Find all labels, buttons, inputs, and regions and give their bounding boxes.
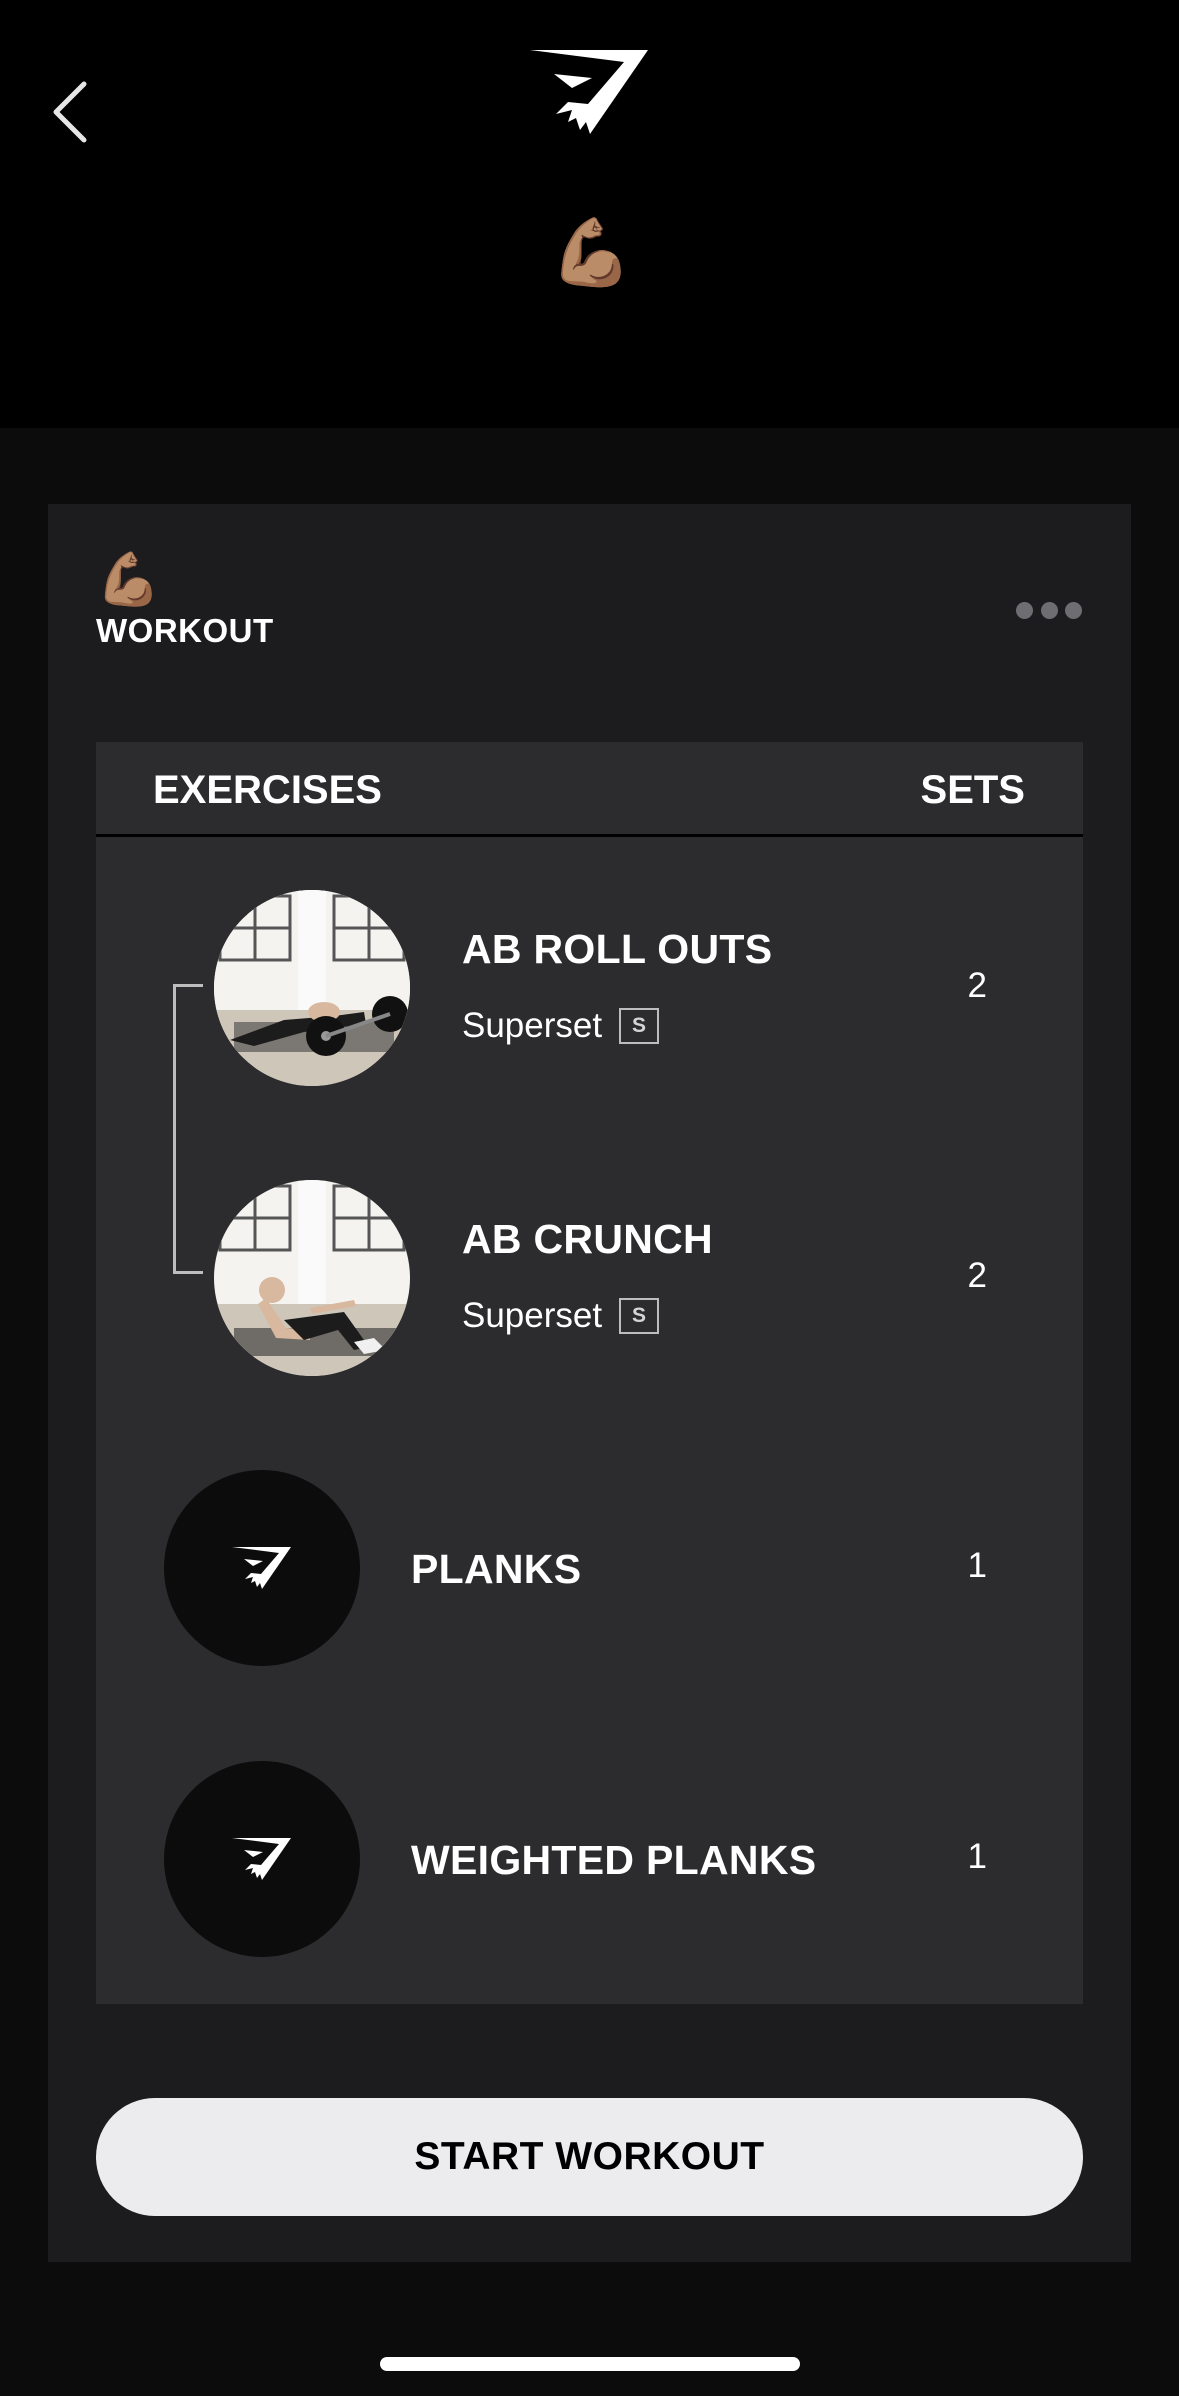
- flexed-biceps-emoji: 💪🏽: [550, 215, 633, 289]
- workout-card: 💪🏽 WORKOUT EXERCISES SETS AB ROLL OUTS S…: [48, 504, 1131, 2262]
- ab-roll-outs-thumbnail: [214, 890, 410, 1086]
- exercise-name: AB CRUNCH: [462, 1216, 713, 1262]
- home-indicator[interactable]: [380, 2357, 800, 2371]
- sets-column-header: SETS: [920, 768, 1025, 812]
- table-header: EXERCISES SETS: [96, 742, 1083, 837]
- gymshark-logo-icon: [232, 1838, 291, 1880]
- exercise-thumbnail: [164, 1761, 360, 1957]
- exercise-name: PLANKS: [411, 1546, 582, 1592]
- more-options-button[interactable]: [1016, 590, 1082, 630]
- exercise-table: EXERCISES SETS AB ROLL OUTS Superset S 2…: [96, 742, 1083, 2004]
- gymshark-logo-icon: [232, 1547, 291, 1589]
- chevron-left-icon: [53, 81, 87, 143]
- superset-badge: S: [619, 1008, 659, 1044]
- exercise-row[interactable]: WEIGHTED PLANKS 1: [96, 1759, 1083, 1959]
- ab-crunch-thumbnail: [214, 1180, 410, 1376]
- exercise-sets: 1: [967, 1546, 987, 1585]
- exercise-sets: 1: [967, 1837, 987, 1876]
- card-emoji: 💪🏽: [96, 551, 161, 609]
- exercise-sets: 2: [967, 1256, 987, 1295]
- exercise-row[interactable]: AB ROLL OUTS Superset S 2: [96, 888, 1083, 1088]
- exercise-row[interactable]: AB CRUNCH Superset S 2: [96, 1178, 1083, 1378]
- back-button[interactable]: [40, 72, 100, 152]
- more-horizontal-icon: [1016, 601, 1033, 619]
- exercises-column-header: EXERCISES: [153, 768, 382, 812]
- superset-label: Superset: [462, 1006, 603, 1045]
- start-workout-button[interactable]: START WORKOUT: [96, 2098, 1083, 2216]
- exercise-row[interactable]: PLANKS 1: [96, 1468, 1083, 1668]
- exercise-sets: 2: [967, 966, 987, 1005]
- superset-badge: S: [619, 1298, 659, 1334]
- exercise-name: WEIGHTED PLANKS: [411, 1837, 817, 1883]
- top-header: 💪🏽: [0, 0, 1179, 428]
- superset-label: Superset: [462, 1296, 603, 1335]
- gymshark-logo-icon: [528, 44, 652, 140]
- exercise-name: AB ROLL OUTS: [462, 926, 773, 972]
- card-title: WORKOUT: [96, 612, 274, 649]
- exercise-thumbnail: [164, 1470, 360, 1666]
